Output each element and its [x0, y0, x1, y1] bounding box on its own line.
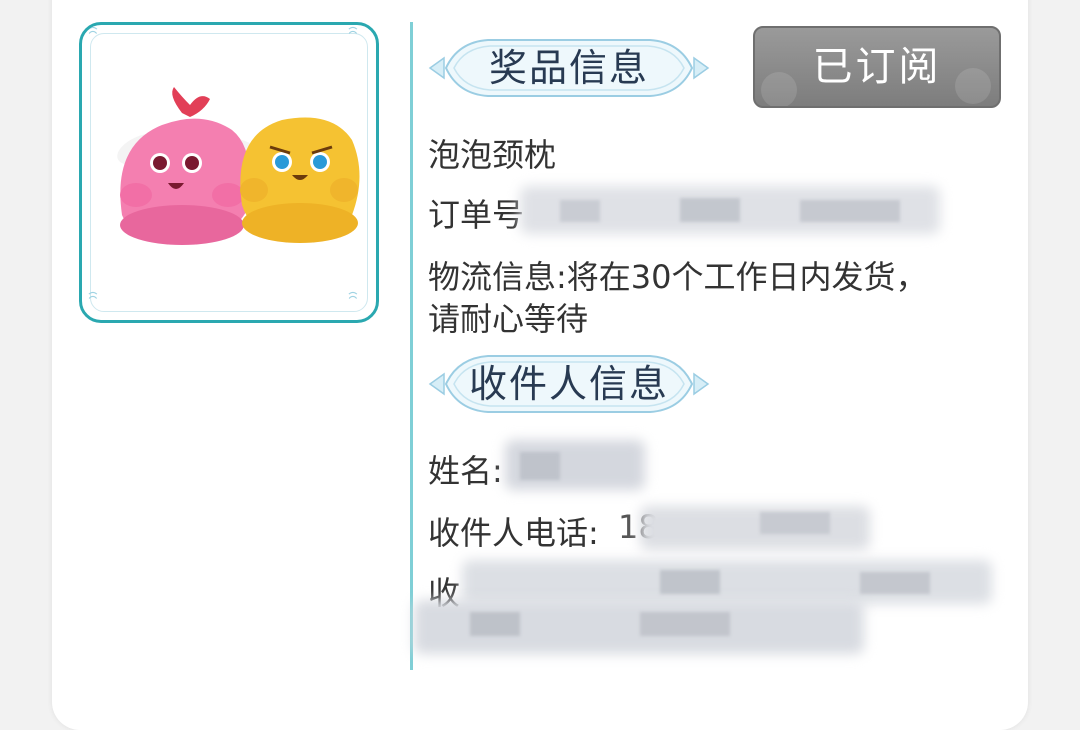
redaction-block: [800, 200, 900, 222]
redaction-block: [560, 200, 600, 222]
button-decoration: [955, 68, 991, 104]
redaction-block: [470, 612, 520, 636]
logistics-info-line2: 请耐心等待: [428, 300, 589, 338]
swirl-corner-icon: ꩰ: [346, 27, 372, 53]
prize-info-title: 奖品信息: [488, 46, 649, 90]
swirl-corner-icon: ꩰ: [86, 27, 112, 53]
redaction-block: [640, 612, 730, 636]
redaction-block: [680, 198, 740, 222]
product-image-frame: ꩰ ꩰ ꩰ ꩰ: [79, 22, 379, 323]
order-number-label: 订单号: [428, 196, 525, 234]
button-decoration: [761, 72, 797, 106]
prize-info-banner: 奖品信息: [428, 36, 710, 100]
recipient-phone-redacted: [640, 506, 870, 550]
recipient-phone-label: 收件人电话:: [428, 514, 599, 552]
vertical-divider: [410, 22, 413, 670]
inner-border: [90, 33, 368, 312]
redaction-block: [520, 452, 560, 480]
redaction-block: [760, 512, 830, 534]
recipient-info-title: 收件人信息: [468, 362, 669, 406]
logistics-info: 物流信息:将在30个工作日内发货，: [428, 258, 928, 296]
subscribed-button[interactable]: 已订阅: [753, 26, 1001, 108]
redaction-block: [860, 572, 930, 594]
redaction-block: [660, 570, 720, 594]
subscribed-label: 已订阅: [812, 44, 942, 90]
swirl-corner-icon: ꩰ: [86, 292, 112, 318]
prize-name: 泡泡颈枕: [428, 136, 557, 174]
recipient-name-label: 姓名:: [428, 452, 503, 490]
swirl-corner-icon: ꩰ: [346, 292, 372, 318]
recipient-info-banner: 收件人信息: [428, 352, 710, 416]
